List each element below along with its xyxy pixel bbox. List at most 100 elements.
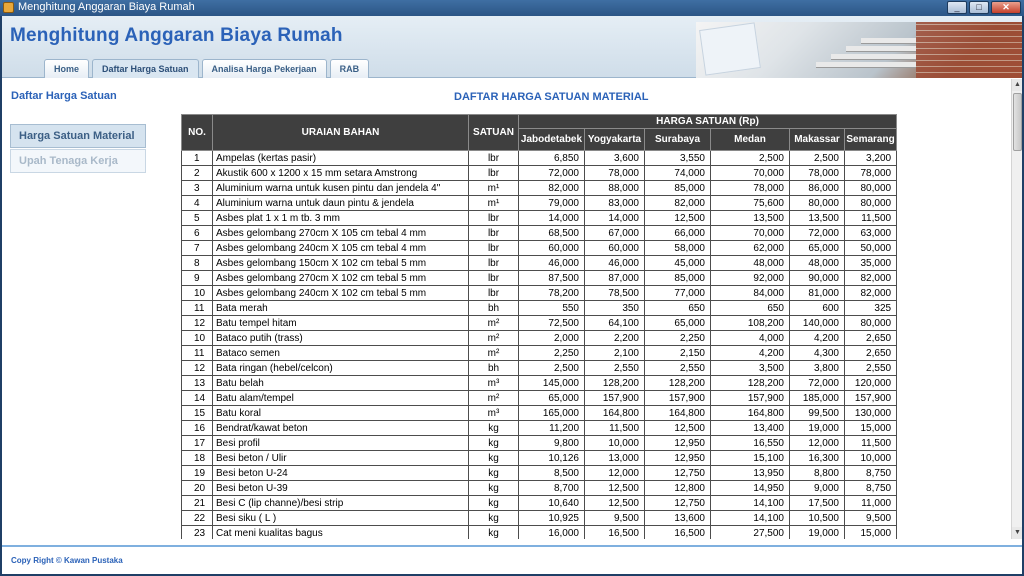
cell-price: 4,200	[789, 330, 845, 346]
table-row[interactable]: 18 Besi beton / Ulir kg 10,126 13,000 12,950 1…	[181, 450, 898, 466]
table-row[interactable]: 15 Batu koral m³ 165,000 164,800 164,800 164,8…	[181, 405, 898, 421]
table-row[interactable]: 2 Akustik 600 x 1200 x 15 mm setara Amstr…	[181, 165, 898, 181]
table-row[interactable]: 5 Asbes plat 1 x 1 m tb. 3 mm lbr 14,000 14,…	[181, 210, 898, 226]
cell-price: 46,000	[584, 255, 645, 271]
cell-unit: bh	[468, 360, 519, 376]
tab-rab[interactable]: RAB	[329, 59, 370, 78]
cell-price: 86,000	[789, 180, 845, 196]
price-table-container[interactable]: NO. URAIAN BAHAN SATUAN HARGA SATUAN (Rp…	[181, 114, 898, 539]
table-row[interactable]: 22 Besi siku ( L ) kg 10,925 9,500 13,600 14,1…	[181, 510, 898, 526]
cell-item: Akustik 600 x 1200 x 15 mm setara Amstro…	[212, 165, 469, 181]
title-bar[interactable]: Menghitung Anggaran Biaya Rumah _ □ ✕	[0, 0, 1024, 16]
cell-price: 164,800	[584, 405, 645, 421]
table-row[interactable]: 16 Bendrat/kawat beton kg 11,200 11,500 12,50…	[181, 420, 898, 436]
table-row[interactable]: 19 Besi beton U-24 kg 8,500 12,000 12,750 13,9…	[181, 465, 898, 481]
cell-item: Bataco putih (trass)	[212, 330, 469, 346]
cell-price: 185,000	[789, 390, 845, 406]
table-row[interactable]: 12 Batu tempel hitam m² 72,500 64,100 65,000 1…	[181, 315, 898, 331]
table-row[interactable]: 21 Besi C (lip channe)/besi strip kg 10,640…	[181, 495, 898, 511]
table-row[interactable]: 1 Ampelas (kertas pasir) lbr 6,850 3,600 3,55…	[181, 150, 898, 166]
table-row[interactable]: 8 Asbes gelombang 150cm X 102 cm tebal 5 …	[181, 255, 898, 271]
stair-step	[846, 46, 916, 52]
cell-no: 11	[181, 300, 213, 316]
tab-analisa-harga-pekerjaan[interactable]: Analisa Harga Pekerjaan	[201, 59, 327, 78]
cell-price: 2,100	[584, 345, 645, 361]
close-button[interactable]: ✕	[991, 1, 1021, 14]
tab-home[interactable]: Home	[44, 59, 90, 78]
cell-price: 15,100	[710, 450, 790, 466]
cell-item: Asbes gelombang 270cm X 105 cm tebal 4 m…	[212, 225, 469, 241]
stair-step	[816, 62, 916, 68]
cell-unit: m²	[468, 330, 519, 346]
cell-price: 14,000	[584, 210, 645, 226]
scroll-up-arrow-icon[interactable]: ▲	[1012, 79, 1022, 91]
cell-unit: lbr	[468, 150, 519, 166]
cell-price: 11,000	[843, 495, 898, 511]
table-row[interactable]: 14 Batu alam/tempel m² 65,000 157,900 157,900…	[181, 390, 898, 406]
cell-price: 82,000	[843, 285, 898, 301]
cell-price: 11,500	[843, 210, 898, 226]
cell-price: 650	[710, 300, 790, 316]
maximize-button[interactable]: □	[969, 1, 989, 14]
cell-price: 10,000	[843, 450, 898, 466]
tab-daftar-harga-satuan[interactable]: Daftar Harga Satuan	[92, 59, 199, 78]
cell-no: 10	[181, 285, 213, 301]
cell-price: 9,500	[843, 510, 898, 526]
cell-price: 9,000	[789, 480, 845, 496]
table-row[interactable]: 7 Asbes gelombang 240cm X 105 cm tebal 4 …	[181, 240, 898, 256]
cell-price: 4,000	[710, 330, 790, 346]
cell-no: 1	[181, 150, 213, 166]
cell-no: 15	[181, 405, 213, 421]
table-row[interactable]: 13 Batu belah m³ 145,000 128,200 128,200 128,2…	[181, 375, 898, 391]
cell-item: Bendrat/kawat beton	[212, 420, 469, 436]
window-title: Menghitung Anggaran Biaya Rumah	[18, 1, 195, 13]
cell-price: 75,600	[710, 195, 790, 211]
cell-no: 9	[181, 270, 213, 286]
cell-item: Bataco semen	[212, 345, 469, 361]
minimize-button[interactable]: _	[947, 1, 967, 14]
table-row[interactable]: 23 Cat meni kualitas bagus kg 16,000 16,500 1…	[181, 525, 898, 539]
cell-no: 22	[181, 510, 213, 526]
cell-price: 35,000	[843, 255, 898, 271]
table-row[interactable]: 6 Asbes gelombang 270cm X 105 cm tebal 4 …	[181, 225, 898, 241]
table-row[interactable]: 10 Bataco putih (trass) m² 2,000 2,200 2,250 4…	[181, 330, 898, 346]
table-row[interactable]: 12 Bata ringan (hebel/celcon) bh 2,500 2,550…	[181, 360, 898, 376]
cell-price: 11,500	[584, 420, 645, 436]
cell-price: 145,000	[518, 375, 585, 391]
cell-unit: lbr	[468, 240, 519, 256]
cell-price: 66,000	[644, 225, 711, 241]
cell-price: 13,950	[710, 465, 790, 481]
stair-step	[861, 38, 916, 44]
sidebar-item-harga-satuan-material[interactable]: Harga Satuan Material	[10, 124, 146, 148]
cell-unit: m³	[468, 405, 519, 421]
table-row[interactable]: 3 Aluminium warna untuk kusen pintu dan j…	[181, 180, 898, 196]
cell-price: 11,200	[518, 420, 585, 436]
table-row[interactable]: 4 Aluminium warna untuk daun pintu & jend…	[181, 195, 898, 211]
table-row[interactable]: 11 Bataco semen m² 2,250 2,100 2,150 4,200 4,30…	[181, 345, 898, 361]
cell-item: Besi siku ( L )	[212, 510, 469, 526]
cell-price: 12,500	[644, 210, 711, 226]
table-row[interactable]: 11 Bata merah bh 550 350 650 650 600 325	[181, 300, 898, 316]
table-row[interactable]: 20 Besi beton U-39 kg 8,700 12,500 12,800 14,9…	[181, 480, 898, 496]
cell-price: 16,000	[518, 525, 585, 539]
scroll-down-arrow-icon[interactable]: ▼	[1012, 527, 1022, 539]
scroll-thumb[interactable]	[1013, 93, 1022, 151]
table-row[interactable]: 17 Besi profil kg 9,800 10,000 12,950 16,550 12…	[181, 435, 898, 451]
cell-price: 2,500	[710, 150, 790, 166]
cell-price: 70,000	[710, 165, 790, 181]
table-row[interactable]: 9 Asbes gelombang 270cm X 102 cm tebal 5 …	[181, 270, 898, 286]
sidebar-item-upah-tenaga-kerja[interactable]: Upah Tenaga Kerja	[10, 149, 146, 173]
cell-unit: m¹	[468, 180, 519, 196]
cell-price: 16,300	[789, 450, 845, 466]
cell-price: 3,800	[789, 360, 845, 376]
cell-unit: kg	[468, 495, 519, 511]
app-window: Menghitung Anggaran Biaya Rumah _ □ ✕ Me…	[0, 0, 1024, 576]
cell-price: 157,900	[843, 390, 898, 406]
cell-price: 85,000	[644, 270, 711, 286]
cell-price: 600	[789, 300, 845, 316]
vertical-scrollbar[interactable]: ▲ ▼	[1011, 79, 1022, 539]
cell-price: 12,800	[644, 480, 711, 496]
cell-price: 650	[644, 300, 711, 316]
table-row[interactable]: 10 Asbes gelombang 240cm X 102 cm tebal 5…	[181, 285, 898, 301]
cell-no: 20	[181, 480, 213, 496]
